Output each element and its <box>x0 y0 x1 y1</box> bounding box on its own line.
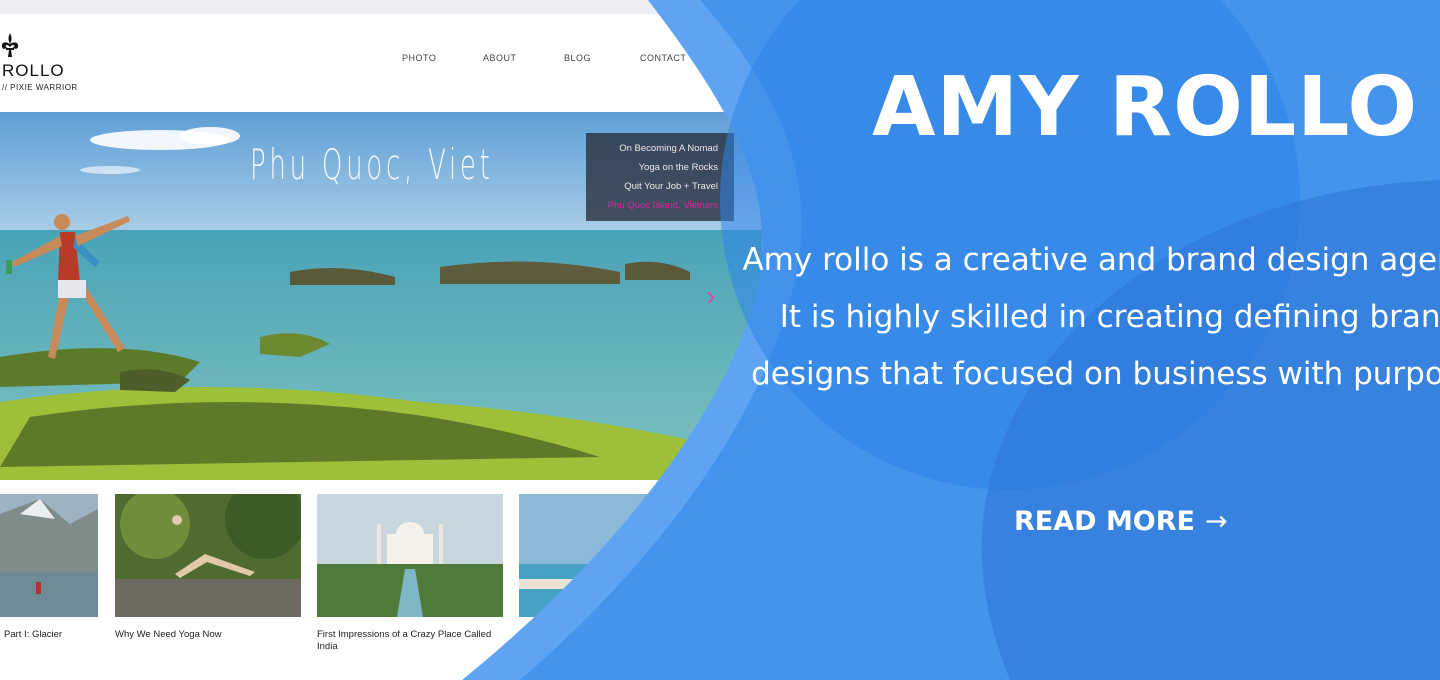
arrow-right-icon: → <box>1205 506 1228 537</box>
chevron-right-icon[interactable]: › <box>706 280 715 312</box>
post-caption-koh-rong[interactable]: Adventures on Koh Rong Island, Cambodia <box>519 629 699 653</box>
post-thumb-yoga[interactable] <box>115 494 301 617</box>
hero-post-menu: On Becoming A Nomad Yoga on the Rocks Qu… <box>586 133 734 221</box>
nav-about[interactable]: ABOUT <box>483 53 517 63</box>
menu-item-quit-job[interactable]: Quit Your Job + Travel <box>624 181 718 192</box>
menu-item-yoga[interactable]: Yoga on the Rocks <box>639 162 718 173</box>
fleur-de-lis-icon <box>1 33 19 57</box>
post-caption-yoga[interactable]: Why We Need Yoga Now <box>115 629 301 641</box>
hero-title: Phu Quoc, Viet <box>250 140 494 189</box>
post-caption-india[interactable]: First Impressions of a Crazy Place Calle… <box>317 629 497 653</box>
menu-item-phu-quoc[interactable]: Phu Quoc Island, Vietnam <box>608 200 718 211</box>
website-preview: ROLLO // PIXIE WARRIOR PHOTO ABOUT BLOG … <box>0 0 770 680</box>
browser-strip <box>0 0 770 14</box>
post-thumb-koh-rong[interactable] <box>519 494 705 617</box>
post-thumb-india[interactable] <box>317 494 503 617</box>
post-caption-glacier[interactable]: Part I: Glacier <box>4 629 99 641</box>
menu-item-nomad[interactable]: On Becoming A Nomad <box>619 143 718 154</box>
promo-title: AMY ROLLO <box>872 60 1419 155</box>
promo-description: Amy rollo is a creative and brand design… <box>742 242 1440 392</box>
nav-photo[interactable]: PHOTO <box>402 53 436 63</box>
post-thumb-glacier[interactable] <box>0 494 98 617</box>
site-logo-name[interactable]: ROLLO <box>2 61 65 81</box>
nav-blog[interactable]: BLOG <box>564 53 591 63</box>
nav-contact[interactable]: CONTACT <box>640 53 686 63</box>
read-more-label: READ MORE <box>1014 506 1195 537</box>
site-logo-tagline: // PIXIE WARRIOR <box>2 83 78 92</box>
read-more-button[interactable]: READ MORE → <box>1014 506 1228 537</box>
